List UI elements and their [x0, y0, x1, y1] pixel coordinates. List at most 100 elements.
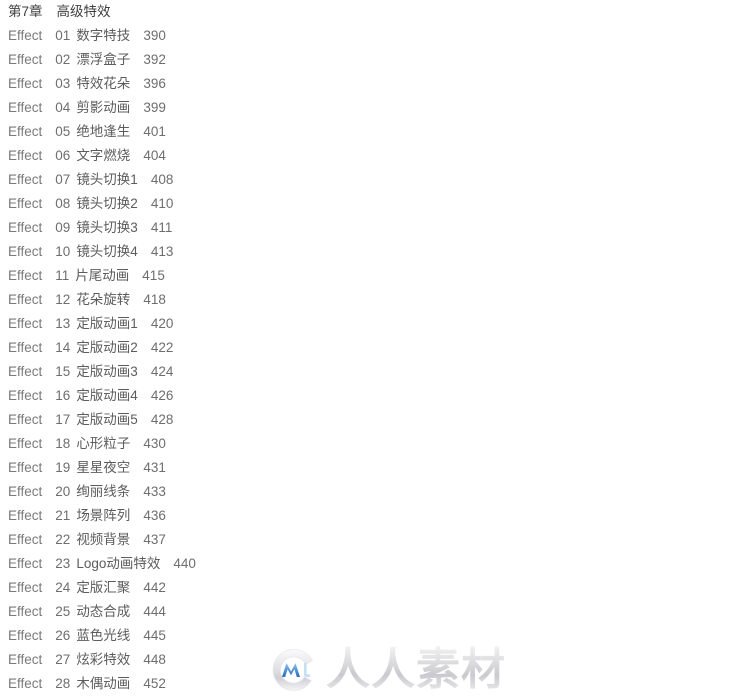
toc-entry-row[interactable]: Effect 26 蓝色光线 445 [0, 624, 737, 648]
toc-entry-title: 定版动画5 [76, 412, 138, 427]
toc-entry-row[interactable]: Effect 06 文字燃烧 404 [0, 144, 737, 168]
toc-entry-row[interactable]: Effect 04 剪影动画 399 [0, 96, 737, 120]
toc-entry-row[interactable]: Effect 17 定版动画5 428 [0, 408, 737, 432]
toc-entry-number: 10 [55, 244, 71, 259]
toc-entry-number: 16 [55, 388, 71, 403]
toc-entry-row[interactable]: Effect 27 炫彩特效 448 [0, 648, 737, 672]
toc-entry-row[interactable]: Effect 11 片尾动画 415 [0, 264, 737, 288]
toc-entry-number: 18 [55, 436, 71, 451]
toc-entry-row[interactable]: Effect 21 场景阵列 436 [0, 504, 737, 528]
toc-entry-title: 剪影动画 [76, 100, 131, 115]
toc-entry-number: 25 [55, 604, 71, 619]
chapter-heading: 第7章 高级特效 [0, 0, 737, 24]
toc-entry-number: 01 [55, 28, 71, 43]
toc-entry-number: 08 [55, 196, 71, 211]
toc-entry-row[interactable]: Effect 14 定版动画2 422 [0, 336, 737, 360]
toc-entry-label: Effect [8, 340, 43, 355]
toc-entry-title: 星星夜空 [76, 460, 131, 475]
toc-entry-row[interactable]: Effect 16 定版动画4 426 [0, 384, 737, 408]
toc-entry-title: 镜头切换2 [76, 196, 138, 211]
toc-entry-label: Effect [8, 220, 43, 235]
toc-entry-row[interactable]: Effect 12 花朵旋转 418 [0, 288, 737, 312]
toc-entry-title: 定版动画2 [76, 340, 138, 355]
toc-entry-label: Effect [8, 628, 43, 643]
toc-entry-label: Effect [8, 532, 43, 547]
toc-entry-page-number: 428 [150, 412, 174, 427]
toc-entry-page-number: 426 [150, 388, 174, 403]
toc-entry-row[interactable]: Effect 28 木偶动画 452 [0, 672, 737, 696]
toc-entry-row[interactable]: Effect 13 定版动画1 420 [0, 312, 737, 336]
toc-entry-title: 蓝色光线 [76, 628, 131, 643]
toc-entry-row[interactable]: Effect 09 镜头切换3 411 [0, 216, 737, 240]
toc-entry-label: Effect [8, 556, 43, 571]
toc-entry-title: 绚丽线条 [76, 484, 131, 499]
toc-entry-row[interactable]: Effect 23 Logo动画特效 440 [0, 552, 737, 576]
toc-entry-page-number: 396 [143, 76, 166, 91]
toc-entry-label: Effect [8, 436, 43, 451]
toc-entry-label: Effect [8, 604, 43, 619]
toc-entry-page-number: 452 [143, 676, 166, 691]
toc-entry-page-number: 440 [173, 556, 196, 571]
toc-entry-title: 心形粒子 [76, 436, 131, 451]
toc-entry-page-number: 442 [143, 580, 166, 595]
toc-entry-row[interactable]: Effect 05 绝地逢生 401 [0, 120, 737, 144]
toc-entry-page-number: 410 [150, 196, 174, 211]
toc-entry-row[interactable]: Effect 18 心形粒子 430 [0, 432, 737, 456]
toc-entry-number: 09 [55, 220, 71, 235]
toc-entry-title: 定版动画1 [76, 316, 138, 331]
toc-entry-label: Effect [8, 52, 43, 67]
toc-entry-row[interactable]: Effect 03 特效花朵 396 [0, 72, 737, 96]
toc-entry-title: 场景阵列 [76, 508, 131, 523]
toc-entry-number: 04 [55, 100, 71, 115]
toc-entry-page-number: 392 [143, 52, 166, 67]
toc-entry-title: 数字特技 [76, 28, 131, 43]
toc-entry-row[interactable]: Effect 02 漂浮盒子 392 [0, 48, 737, 72]
toc-entry-number: 12 [55, 292, 71, 307]
toc-entry-label: Effect [8, 100, 43, 115]
toc-entry-number: 26 [55, 628, 71, 643]
toc-entry-page-number: 404 [143, 148, 166, 163]
toc-entry-label: Effect [8, 172, 43, 187]
toc-entry-row[interactable]: Effect 20 绚丽线条 433 [0, 480, 737, 504]
toc-entry-title: 炫彩特效 [76, 652, 131, 667]
toc-entry-label: Effect [8, 148, 43, 163]
toc-entry-list: Effect 01 数字特技 390 Effect 02 漂浮盒子 392 Effect 03 特效… [0, 24, 737, 696]
toc-entry-page-number: 445 [143, 628, 166, 643]
toc-entry-title: 定版汇聚 [76, 580, 131, 595]
toc-entry-page-number: 401 [143, 124, 166, 139]
chapter-title: 高级特效 [56, 4, 111, 19]
toc-entry-number: 13 [55, 316, 71, 331]
toc-entry-label: Effect [8, 124, 43, 139]
toc-entry-title: 木偶动画 [76, 676, 131, 691]
toc-entry-number: 03 [55, 76, 71, 91]
toc-entry-row[interactable]: Effect 08 镜头切换2 410 [0, 192, 737, 216]
toc-entry-page-number: 399 [143, 100, 166, 115]
toc-entry-row[interactable]: Effect 07 镜头切换1 408 [0, 168, 737, 192]
toc-entry-title: 定版动画4 [76, 388, 138, 403]
toc-entry-row[interactable]: Effect 24 定版汇聚 442 [0, 576, 737, 600]
toc-entry-row[interactable]: Effect 19 星星夜空 431 [0, 456, 737, 480]
toc-entry-label: Effect [8, 460, 43, 475]
toc-entry-row[interactable]: Effect 25 动态合成 444 [0, 600, 737, 624]
toc-entry-number: 20 [55, 484, 71, 499]
toc-entry-page-number: 418 [143, 292, 166, 307]
toc-entry-title: 镜头切换4 [76, 244, 138, 259]
toc-entry-page-number: 436 [143, 508, 166, 523]
toc-entry-number: 11 [55, 268, 70, 283]
toc-entry-label: Effect [8, 316, 43, 331]
toc-entry-title: 定版动画3 [76, 364, 138, 379]
toc-entry-row[interactable]: Effect 15 定版动画3 424 [0, 360, 737, 384]
toc-entry-label: Effect [8, 76, 43, 91]
toc-entry-page-number: 448 [143, 652, 166, 667]
toc-entry-number: 17 [55, 412, 71, 427]
toc-entry-title: 镜头切换3 [76, 220, 138, 235]
table-of-contents: 第7章 高级特效 Effect 01 数字特技 390 Effect 02 漂浮盒子 392 Ef… [0, 0, 737, 696]
toc-entry-row[interactable]: Effect 22 视频背景 437 [0, 528, 737, 552]
toc-entry-number: 14 [55, 340, 71, 355]
toc-entry-number: 07 [55, 172, 71, 187]
toc-entry-page-number: 390 [143, 28, 166, 43]
toc-entry-row[interactable]: Effect 10 镜头切换4 413 [0, 240, 737, 264]
toc-entry-label: Effect [8, 244, 43, 259]
toc-entry-label: Effect [8, 652, 43, 667]
toc-entry-row[interactable]: Effect 01 数字特技 390 [0, 24, 737, 48]
